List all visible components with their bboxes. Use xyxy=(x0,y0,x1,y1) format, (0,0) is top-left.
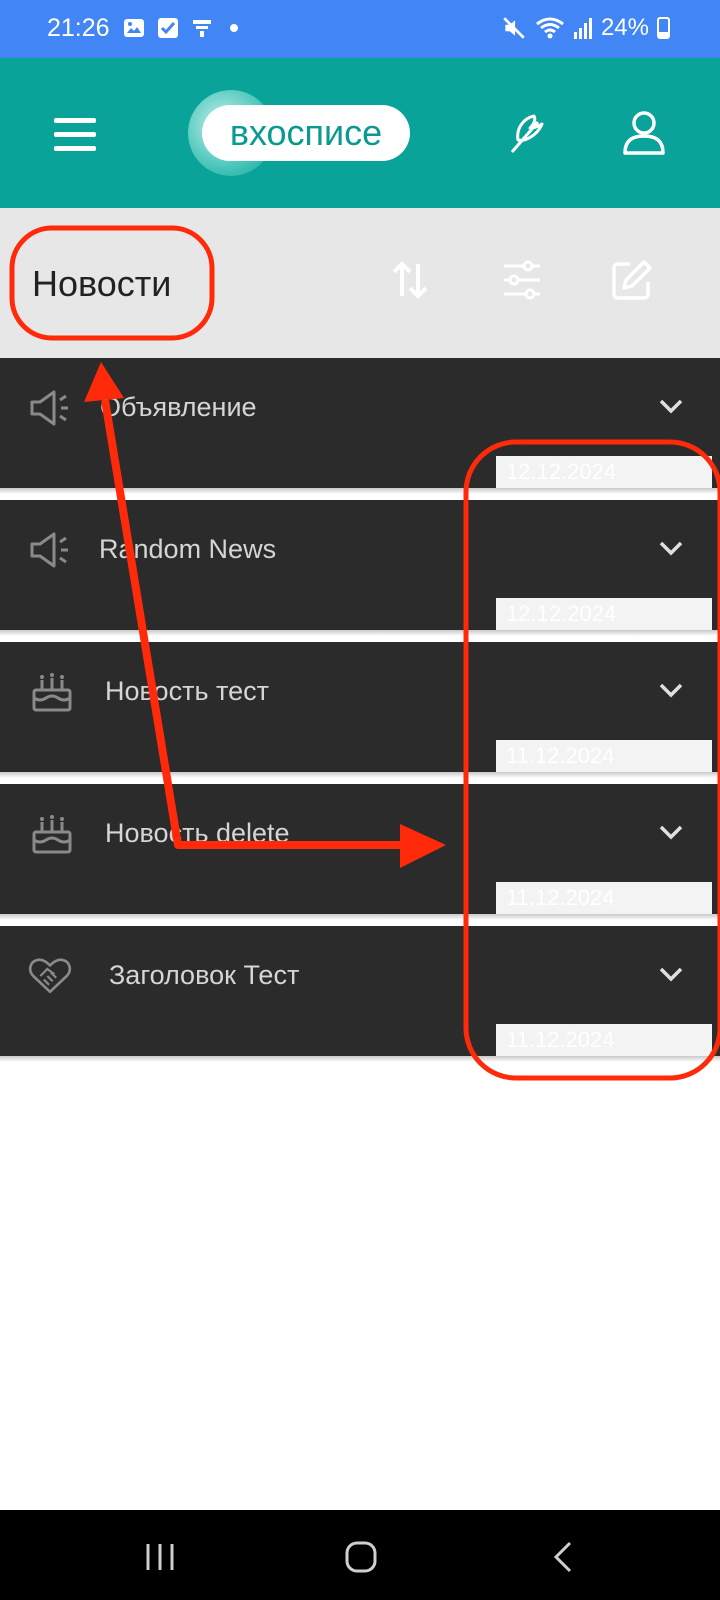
system-nav-bar xyxy=(0,1510,720,1600)
news-item[interactable]: Объявление 12.12.2024 xyxy=(0,358,720,488)
signal-icon xyxy=(573,18,592,39)
news-date: 12.12.2024 xyxy=(496,598,712,630)
dot-icon xyxy=(230,24,238,32)
feather-icon[interactable] xyxy=(504,112,548,156)
chevron-down-icon[interactable] xyxy=(658,398,684,416)
news-date: 11.12.2024 xyxy=(496,882,712,914)
page-title: Новости xyxy=(32,263,172,304)
status-left-icons xyxy=(122,16,238,40)
news-title: Random News xyxy=(99,534,277,564)
chevron-down-icon[interactable] xyxy=(658,966,684,984)
cake-icon xyxy=(32,815,72,854)
news-date: 12.12.2024 xyxy=(496,456,712,488)
page-header: Новости xyxy=(0,208,720,358)
status-time: 21:26 xyxy=(47,14,110,42)
cake-icon xyxy=(32,673,72,712)
news-item[interactable]: Random News 12.12.2024 xyxy=(0,500,720,630)
edit-icon[interactable] xyxy=(610,258,654,302)
user-icon[interactable] xyxy=(622,110,666,156)
heart-handshake-icon xyxy=(28,958,72,994)
megaphone-icon xyxy=(30,390,68,426)
app-bar: вхосписе xyxy=(0,58,720,208)
news-date: 11.12.2024 xyxy=(496,740,712,772)
check-icon xyxy=(158,18,178,38)
news-date: 11.12.2024 xyxy=(496,1024,712,1056)
mute-icon xyxy=(503,17,525,39)
wifi-icon xyxy=(536,17,564,39)
chevron-down-icon[interactable] xyxy=(658,540,684,558)
news-title: Новость тест xyxy=(105,676,269,706)
news-item[interactable]: Новость тест 11.12.2024 xyxy=(0,642,720,772)
status-bar: 21:26 24% xyxy=(0,0,720,58)
news-title: Заголовок Тест xyxy=(109,960,300,990)
megaphone-icon xyxy=(30,532,68,568)
app-logo[interactable]: вхосписе xyxy=(188,90,418,176)
chevron-down-icon[interactable] xyxy=(658,824,684,842)
status-right: 24% xyxy=(501,14,670,42)
home-icon[interactable] xyxy=(341,1540,381,1574)
chevron-down-icon[interactable] xyxy=(658,682,684,700)
battery-percent: 24% xyxy=(600,14,649,41)
back-icon[interactable] xyxy=(544,1540,584,1574)
filter-icon[interactable] xyxy=(500,258,544,302)
news-title: Объявление xyxy=(100,392,257,422)
news-title: Новость delete xyxy=(105,818,290,848)
app-icon xyxy=(193,20,211,37)
news-item[interactable]: Новость delete 11.12.2024 xyxy=(0,784,720,914)
logo-text: вхосписе xyxy=(229,112,383,153)
menu-icon[interactable] xyxy=(54,118,96,152)
news-item[interactable]: Заголовок Тест 11.12.2024 xyxy=(0,926,720,1056)
sort-icon[interactable] xyxy=(388,258,432,302)
battery-icon xyxy=(657,17,670,39)
gallery-icon xyxy=(124,19,144,37)
recent-apps-icon[interactable] xyxy=(140,1540,180,1574)
